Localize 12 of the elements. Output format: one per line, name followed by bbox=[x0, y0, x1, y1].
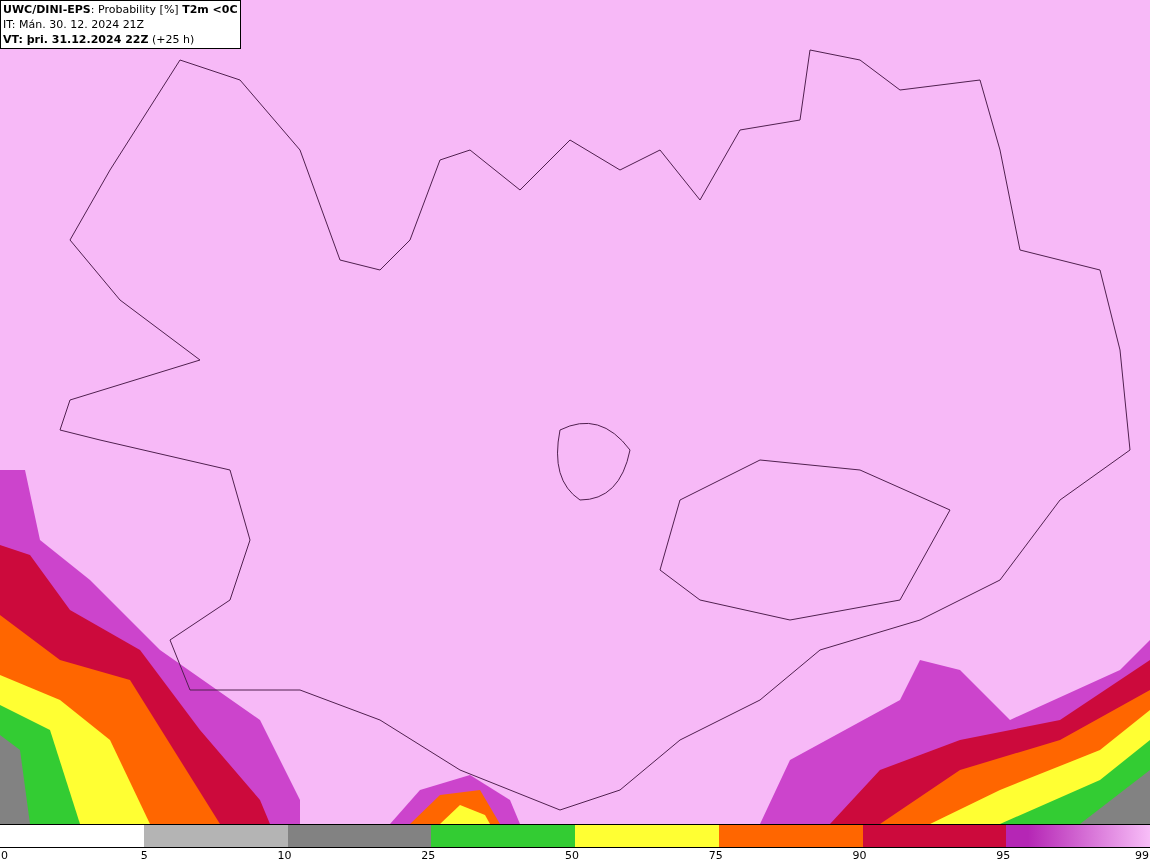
legend-tick-label: 5 bbox=[140, 848, 148, 863]
legend-tick-label: 90 bbox=[852, 848, 867, 863]
legend-tick-label: 0 bbox=[1, 848, 8, 863]
legend-tick-label: 99 bbox=[1135, 848, 1149, 863]
map-info-line: UWC/DINI-EPS: Probability [%] T2m <0C bbox=[3, 2, 238, 17]
map-info-line: VT: þri. 31.12.2024 22Z (+25 h) bbox=[3, 32, 196, 47]
legend-tick-label: 95 bbox=[996, 848, 1011, 863]
legend-tick-label: 10 bbox=[277, 848, 292, 863]
legend-tick-label: 25 bbox=[421, 848, 436, 863]
map-info-line: IT: Mán. 30. 12. 2024 21Z bbox=[3, 17, 146, 32]
legend-tick-label: 50 bbox=[565, 848, 579, 863]
legend-tick-label: 75 bbox=[708, 848, 723, 863]
